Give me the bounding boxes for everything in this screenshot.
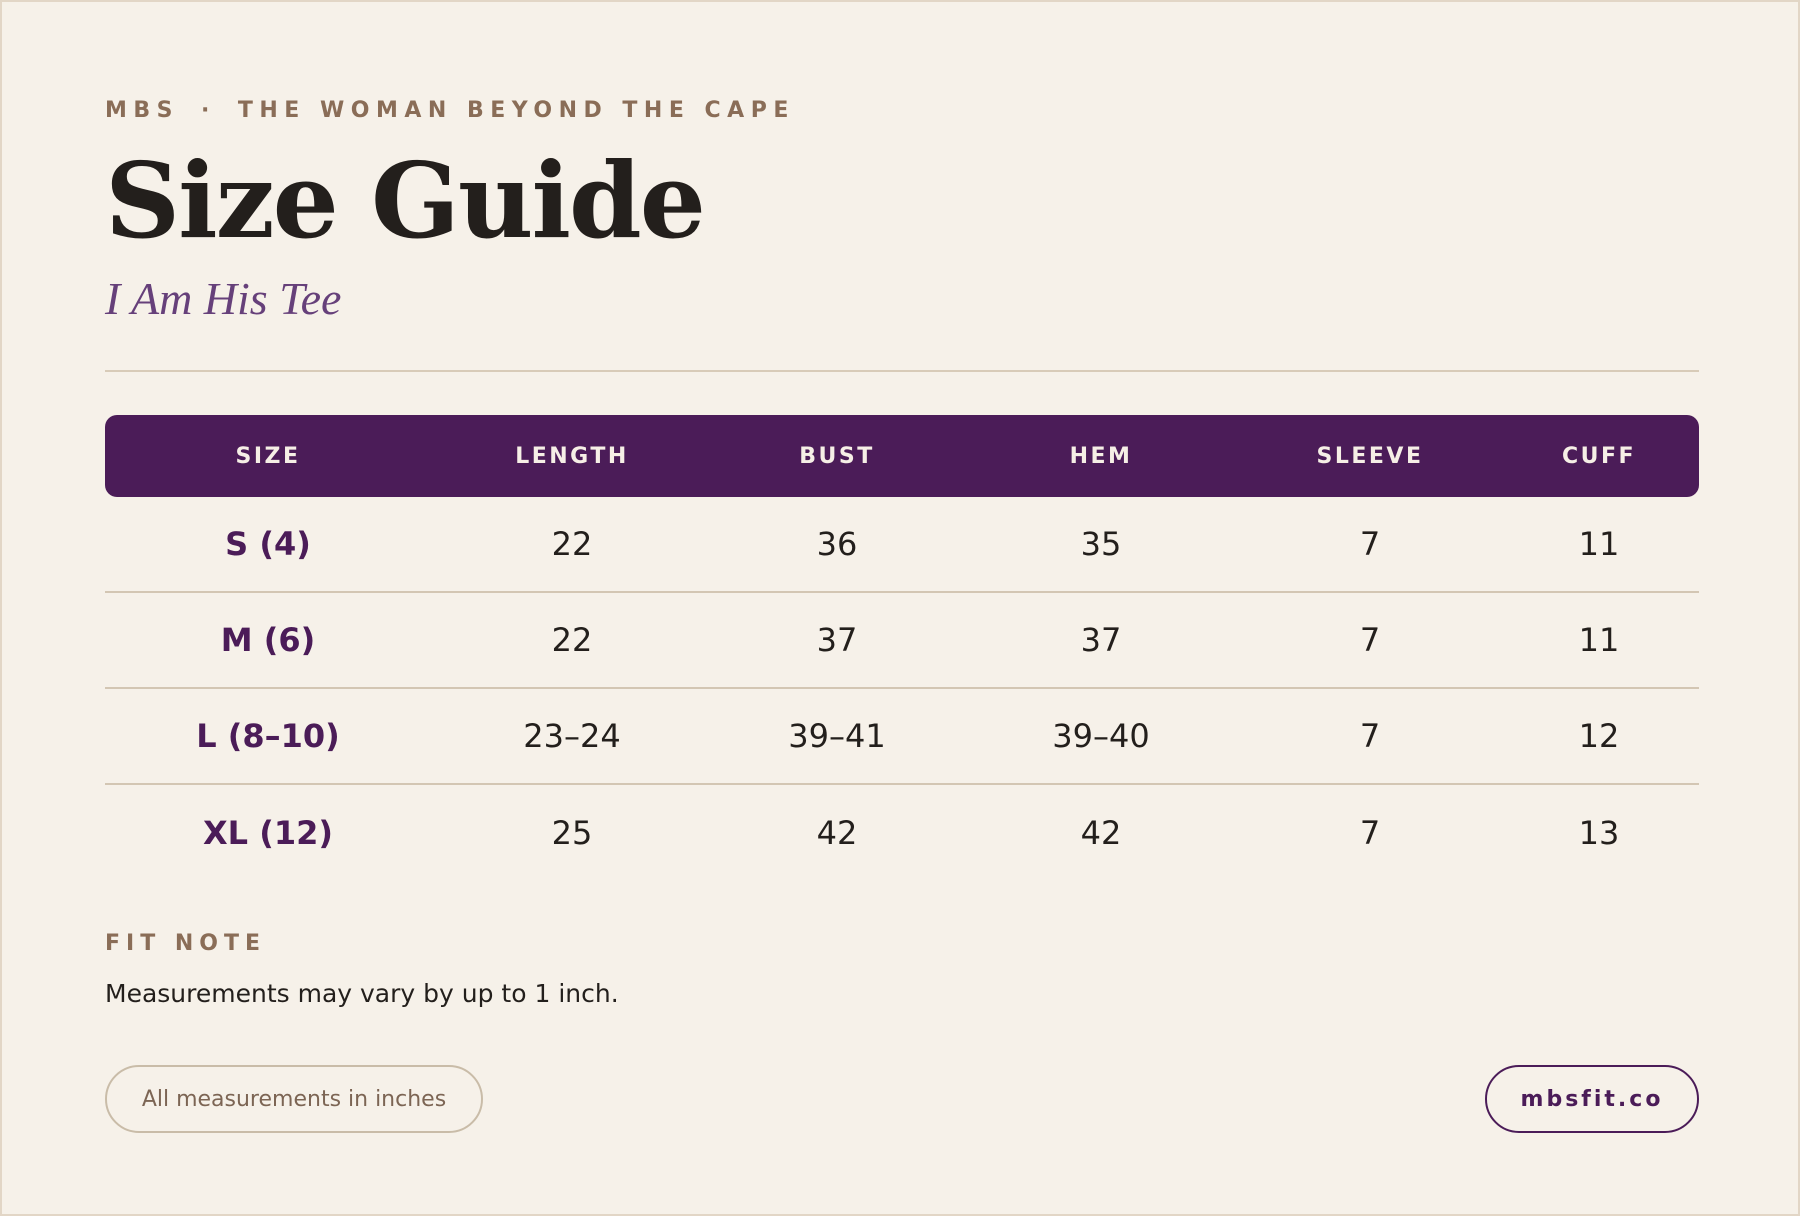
- cell-hem: 37: [1080, 621, 1122, 659]
- header-length: LENGTH: [515, 443, 629, 469]
- cell-sleeve: 7: [1359, 717, 1381, 755]
- cell-cuff: 13: [1578, 814, 1620, 852]
- cell-length: 22: [551, 525, 593, 563]
- header-sleeve: SLEEVE: [1316, 443, 1424, 469]
- cell-size: M (6): [220, 621, 316, 659]
- cell-cuff: 12: [1578, 717, 1620, 755]
- cell-cuff: 11: [1578, 525, 1620, 563]
- table-row: L (8–10) 23–24 39–41 39–40 7 12: [105, 689, 1699, 785]
- fit-note-label: FIT NOTE: [105, 931, 267, 956]
- table-row: M (6) 22 37 37 7 11: [105, 593, 1699, 689]
- header-hem: HEM: [1069, 443, 1133, 469]
- cell-sleeve: 7: [1359, 525, 1381, 563]
- cell-size: XL (12): [203, 814, 333, 852]
- units-badge: All measurements in inches: [105, 1065, 483, 1133]
- header-bust: BUST: [799, 443, 875, 469]
- table-row: XL (12) 25 42 42 7 13: [105, 785, 1699, 881]
- cell-bust: 37: [816, 621, 858, 659]
- cell-length: 23–24: [523, 717, 621, 755]
- cell-bust: 42: [816, 814, 858, 852]
- page-title: Size Guide: [105, 139, 706, 262]
- table-row: S (4) 22 36 35 7 11: [105, 497, 1699, 593]
- size-table: SIZE LENGTH BUST HEM SLEEVE CUFF S (4) 2…: [105, 415, 1699, 881]
- cell-hem: 35: [1080, 525, 1122, 563]
- cell-cuff: 11: [1578, 621, 1620, 659]
- cell-bust: 36: [816, 525, 858, 563]
- website-link[interactable]: mbsfit.co: [1485, 1065, 1699, 1133]
- size-guide-card: MBS · THE WOMAN BEYOND THE CAPE Size Guide…: [0, 0, 1800, 1216]
- cell-length: 22: [551, 621, 593, 659]
- eyebrow: MBS · THE WOMAN BEYOND THE CAPE: [105, 98, 795, 123]
- cell-hem: 42: [1080, 814, 1122, 852]
- cell-hem: 39–40: [1052, 717, 1150, 755]
- divider: [105, 370, 1699, 372]
- cell-size: S (4): [225, 525, 311, 563]
- cell-sleeve: 7: [1359, 814, 1381, 852]
- cell-bust: 39–41: [788, 717, 886, 755]
- header-size: SIZE: [235, 443, 301, 469]
- eyebrow-separator: ·: [201, 98, 216, 123]
- table-header: SIZE LENGTH BUST HEM SLEEVE CUFF: [105, 415, 1699, 497]
- header-cuff: CUFF: [1561, 443, 1637, 469]
- product-name: I Am His Tee: [105, 273, 342, 324]
- brand-name: MBS: [105, 98, 180, 123]
- cell-size: L (8–10): [196, 717, 340, 755]
- cell-sleeve: 7: [1359, 621, 1381, 659]
- brand-tagline: THE WOMAN BEYOND THE CAPE: [237, 98, 795, 123]
- fit-note-text: Measurements may vary by up to 1 inch.: [105, 979, 619, 1008]
- cell-length: 25: [551, 814, 593, 852]
